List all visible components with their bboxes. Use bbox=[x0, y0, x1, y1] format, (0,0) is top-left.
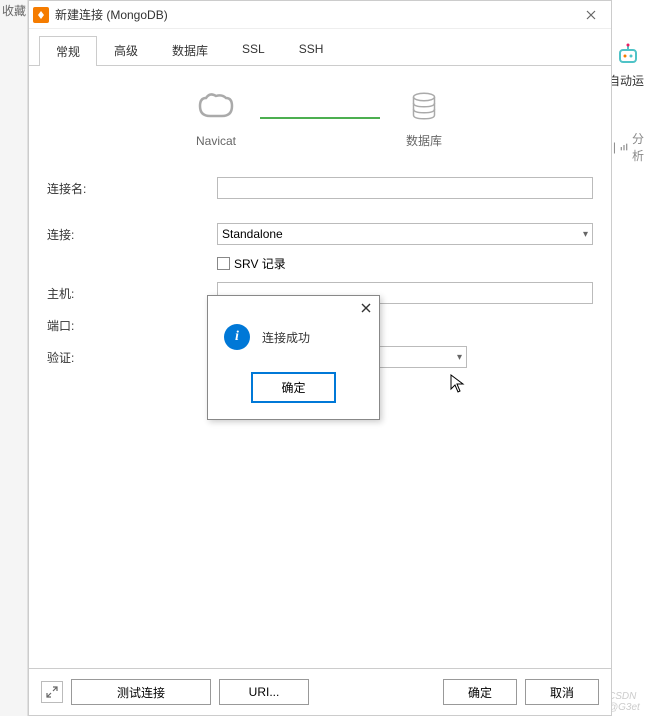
popup-close-button[interactable] bbox=[361, 300, 371, 316]
tab-general[interactable]: 常规 bbox=[39, 36, 97, 66]
cancel-button[interactable]: 取消 bbox=[525, 679, 599, 705]
navicat-app-icon bbox=[33, 7, 49, 23]
tab-advanced[interactable]: 高级 bbox=[97, 35, 155, 65]
tab-ssl[interactable]: SSL bbox=[225, 35, 282, 65]
connection-type-value: Standalone bbox=[222, 227, 283, 241]
popup-message: 连接成功 bbox=[262, 329, 310, 346]
robot-icon bbox=[616, 42, 640, 66]
bottom-bar: 测试连接 URI... 确定 取消 bbox=[29, 668, 611, 715]
close-icon bbox=[361, 303, 371, 313]
analysis-label: 分析 bbox=[632, 130, 648, 164]
success-popup: i 连接成功 确定 bbox=[207, 295, 380, 420]
info-icon: i bbox=[224, 324, 250, 350]
titlebar: 新建连接 (MongoDB) bbox=[29, 1, 611, 29]
uri-button[interactable]: URI... bbox=[219, 679, 309, 705]
navicat-icon bbox=[192, 88, 240, 128]
dialog-title: 新建连接 (MongoDB) bbox=[55, 6, 575, 23]
connection-type-select[interactable]: Standalone ▾ bbox=[217, 223, 593, 245]
database-label: 数据库 bbox=[406, 132, 442, 149]
ok-button[interactable]: 确定 bbox=[443, 679, 517, 705]
connection-diagram: Navicat 数据库 bbox=[41, 86, 599, 149]
navicat-label: Navicat bbox=[196, 134, 236, 148]
srv-label: SRV 记录 bbox=[234, 255, 286, 272]
chevron-down-icon: ▾ bbox=[583, 229, 588, 240]
expand-button[interactable] bbox=[41, 681, 63, 703]
close-button[interactable] bbox=[575, 3, 607, 27]
database-icon bbox=[400, 86, 448, 126]
close-icon bbox=[586, 10, 596, 20]
connection-name-label: 连接名: bbox=[47, 180, 217, 197]
tab-database[interactable]: 数据库 bbox=[155, 35, 225, 65]
connection-name-input[interactable] bbox=[217, 177, 593, 199]
auto-run-label: 自动运 bbox=[608, 72, 644, 89]
srv-checkbox[interactable] bbox=[217, 257, 230, 270]
connection-type-label: 连接: bbox=[47, 226, 217, 243]
watermark: CSDN @G3et bbox=[608, 691, 644, 713]
auth-label: 验证: bbox=[47, 349, 217, 366]
connector-line bbox=[260, 117, 380, 119]
favorites-label: 收藏 bbox=[2, 2, 26, 19]
tabs: 常规 高级 数据库 SSL SSH bbox=[29, 29, 611, 66]
test-connection-button[interactable]: 测试连接 bbox=[71, 679, 211, 705]
port-label: 端口: bbox=[47, 317, 217, 334]
host-label: 主机: bbox=[47, 285, 217, 302]
chart-icon bbox=[620, 141, 628, 153]
divider: | bbox=[613, 140, 616, 154]
expand-icon bbox=[46, 686, 58, 698]
chevron-down-icon: ▾ bbox=[457, 352, 462, 363]
popup-ok-button[interactable]: 确定 bbox=[251, 372, 335, 403]
tab-ssh[interactable]: SSH bbox=[282, 35, 341, 65]
